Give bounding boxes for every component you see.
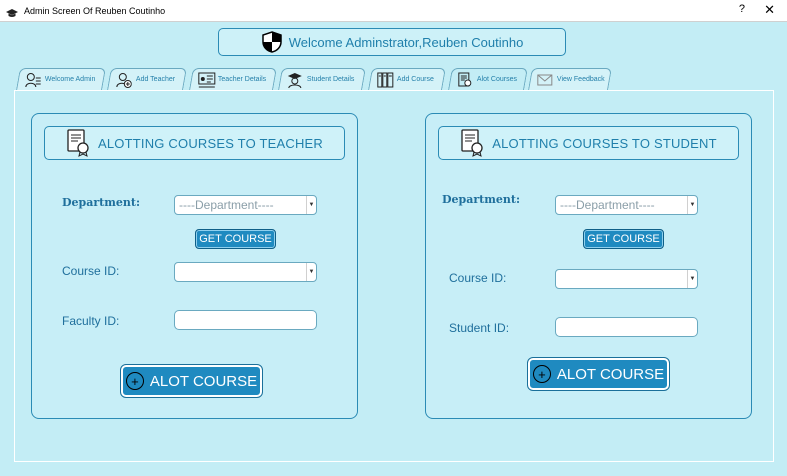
welcome-banner: Welcome Adminstrator,Reuben Coutinho <box>218 28 566 56</box>
alot-course-label: ALOT COURSE <box>149 372 258 390</box>
course-id-select[interactable]: ▼ <box>555 269 698 289</box>
admin-icon <box>25 72 41 88</box>
department-select-value: ----Department---- <box>560 198 655 212</box>
welcome-text: Welcome Adminstrator,Reuben Coutinho <box>288 34 524 50</box>
department-select[interactable]: ----Department---- ▼ <box>174 195 317 215</box>
tab-label: Add Course <box>396 76 434 83</box>
tab-label: Add Teacher <box>135 76 176 83</box>
tab-student-details[interactable]: Student Details <box>278 68 366 90</box>
tab-add-course[interactable]: Add Course <box>368 68 446 90</box>
teacher-details-icon <box>198 72 216 88</box>
student-details-icon <box>287 72 303 88</box>
student-id-label: Student ID: <box>449 321 510 335</box>
alot-course-button[interactable]: + ALOT COURSE <box>527 357 670 391</box>
alot-course-button[interactable]: + ALOT COURSE <box>120 364 263 398</box>
help-button[interactable]: ? <box>739 3 745 15</box>
plus-circle-icon: + <box>532 365 551 383</box>
course-id-label: Course ID: <box>62 264 120 278</box>
panel-title: ALOTTING COURSES TO TEACHER <box>98 135 323 151</box>
department-label: Department: <box>62 196 141 209</box>
tab-add-teacher[interactable]: Add Teacher <box>107 68 187 90</box>
faculty-id-label: Faculty ID: <box>62 314 120 328</box>
tab-content: ALOTTING COURSES TO TEACHER Department: … <box>14 90 774 462</box>
plus-circle-icon: + <box>125 372 144 390</box>
course-id-label: Course ID: <box>449 271 507 285</box>
teacher-panel: ALOTTING COURSES TO TEACHER Department: … <box>31 113 358 419</box>
window-title: Admin Screen Of Reuben Coutinho <box>24 5 166 16</box>
tab-label: Welcome Admin <box>44 76 96 83</box>
certificate-icon <box>66 129 92 157</box>
chevron-down-icon[interactable]: ▼ <box>306 263 316 281</box>
chevron-down-icon[interactable]: ▼ <box>687 196 697 214</box>
tab-label: Teacher Details <box>217 76 267 83</box>
add-teacher-icon <box>116 72 132 88</box>
feedback-icon <box>537 72 553 88</box>
student-id-input[interactable] <box>555 317 698 337</box>
tab-welcome-admin[interactable]: Welcome Admin <box>16 68 106 90</box>
department-select[interactable]: ----Department---- ▼ <box>555 195 698 215</box>
tab-label: Alot Courses <box>476 76 517 83</box>
books-icon <box>377 72 394 88</box>
tab-label: Student Details <box>306 76 355 83</box>
tab-teacher-details[interactable]: Teacher Details <box>189 68 277 90</box>
chevron-down-icon[interactable]: ▼ <box>306 196 316 214</box>
faculty-id-input[interactable] <box>174 310 317 330</box>
chevron-down-icon[interactable]: ▼ <box>687 270 697 288</box>
student-panel: ALOTTING COURSES TO STUDENT Department: … <box>425 113 752 419</box>
certificate-icon <box>457 72 473 88</box>
tab-view-feedback[interactable]: View Feedback <box>528 68 612 90</box>
tab-alot-courses[interactable]: Alot Courses <box>448 68 528 90</box>
get-course-button[interactable]: GET COURSE <box>195 229 276 249</box>
course-id-select[interactable]: ▼ <box>174 262 317 282</box>
get-course-button[interactable]: GET COURSE <box>583 229 664 249</box>
student-panel-heading: ALOTTING COURSES TO STUDENT <box>438 126 739 160</box>
title-bar: Admin Screen Of Reuben Coutinho ? ✕ <box>0 0 787 22</box>
shield-icon <box>261 31 283 53</box>
teacher-panel-heading: ALOTTING COURSES TO TEACHER <box>44 126 345 160</box>
main-window: Welcome Adminstrator,Reuben Coutinho Wel… <box>0 22 787 476</box>
graduation-cap-icon <box>6 6 18 17</box>
close-button[interactable]: ✕ <box>764 2 775 18</box>
department-label: Department: <box>442 193 521 206</box>
certificate-icon <box>460 129 486 157</box>
tab-label: View Feedback <box>556 76 605 83</box>
department-select-value: ----Department---- <box>179 198 274 212</box>
alot-course-label: ALOT COURSE <box>556 365 665 383</box>
panel-title: ALOTTING COURSES TO STUDENT <box>492 135 717 151</box>
